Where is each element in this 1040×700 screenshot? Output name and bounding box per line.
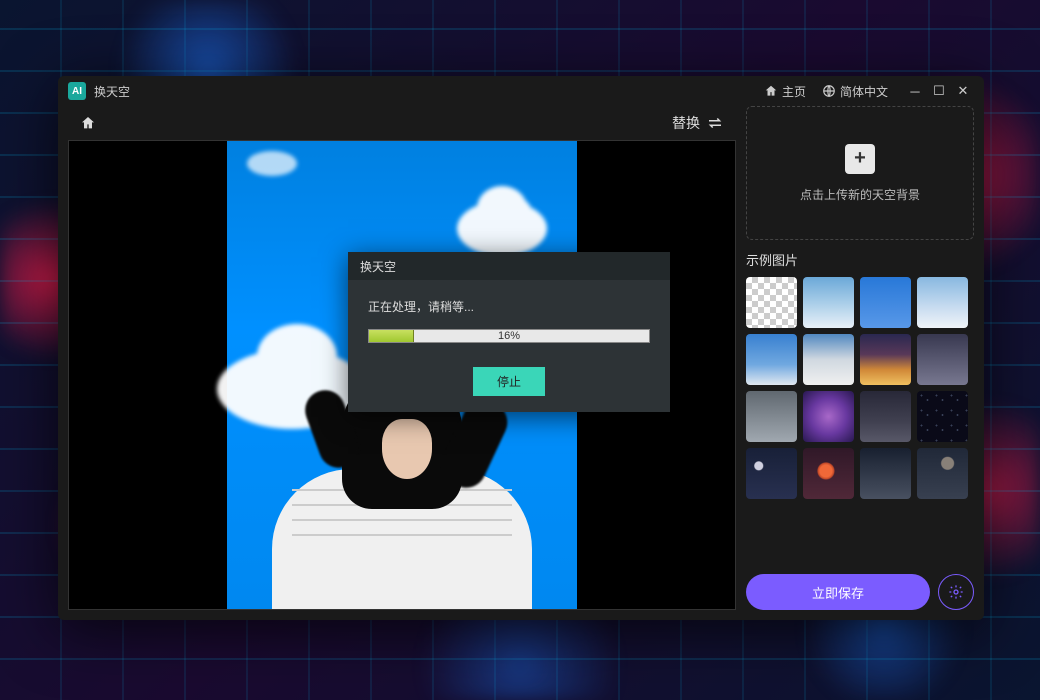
progress-bar: 16% — [368, 329, 650, 343]
replace-label: 替换 — [672, 113, 700, 133]
stop-button[interactable]: 停止 — [473, 367, 545, 396]
close-button[interactable]: ✕ — [952, 80, 974, 102]
dialog-message: 正在处理，请稍等... — [368, 298, 474, 315]
upload-text: 点击上传新的天空背景 — [800, 186, 920, 203]
titlebar: AI 换天空 主页 简体中文 ─ ☐ ✕ — [58, 76, 984, 106]
save-button[interactable]: 立即保存 — [746, 574, 930, 610]
globe-icon — [822, 84, 836, 98]
save-row: 立即保存 — [746, 574, 974, 610]
sample-thumb-blue-sky-1[interactable] — [860, 277, 911, 328]
sample-thumb-clouds-day-2[interactable] — [917, 277, 968, 328]
home-icon — [764, 84, 778, 98]
sample-thumb-sunset-1[interactable] — [860, 334, 911, 385]
sample-thumb-clouds-day-3[interactable] — [803, 334, 854, 385]
sample-thumb-dark-clouds[interactable] — [860, 391, 911, 442]
sample-thumb-storm-1[interactable] — [917, 334, 968, 385]
sample-thumb-night-clouds-1[interactable] — [860, 448, 911, 499]
progress-dialog: 换天空 正在处理，请稍等... 16% 停止 — [348, 252, 670, 412]
language-label: 简体中文 — [840, 83, 888, 100]
maximize-button[interactable]: ☐ — [928, 80, 950, 102]
samples-scroll[interactable] — [746, 277, 974, 556]
sample-thumb-purple-nebula[interactable] — [803, 391, 854, 442]
sample-thumb-transparent-checker[interactable] — [746, 277, 797, 328]
sample-thumb-moon-night[interactable] — [746, 448, 797, 499]
upload-box[interactable]: + 点击上传新的天空背景 — [746, 106, 974, 240]
minimize-button[interactable]: ─ — [904, 80, 926, 102]
sample-thumb-eclipse[interactable] — [803, 448, 854, 499]
window-controls: ─ ☐ ✕ — [904, 80, 974, 102]
language-button[interactable]: 简体中文 — [814, 83, 896, 100]
progress-wrap: 16% — [368, 329, 650, 343]
sidebar: + 点击上传新的天空背景 示例图片 立即保存 — [746, 106, 974, 610]
samples-section: 示例图片 — [746, 250, 974, 556]
sample-thumb-stars-1[interactable] — [917, 391, 968, 442]
replace-button[interactable]: 替换 — [672, 113, 724, 133]
plus-icon: + — [845, 144, 875, 174]
samples-label: 示例图片 — [746, 250, 974, 269]
home-label: 主页 — [782, 83, 806, 100]
settings-button[interactable] — [938, 574, 974, 610]
gear-icon — [948, 584, 964, 600]
canvas-toolbar: 替换 — [68, 106, 736, 140]
dialog-title: 换天空 — [348, 252, 670, 280]
sample-thumb-gray-clouds-1[interactable] — [746, 391, 797, 442]
sample-thumb-blue-clouds-2[interactable] — [746, 334, 797, 385]
progress-text: 16% — [498, 330, 520, 342]
sample-thumb-night-clouds-2[interactable] — [917, 448, 968, 499]
progress-fill — [369, 330, 414, 342]
samples-grid — [746, 277, 968, 499]
app-icon: AI — [68, 82, 86, 100]
home-button[interactable]: 主页 — [756, 83, 814, 100]
window-title: 换天空 — [94, 83, 130, 100]
swap-icon — [706, 114, 724, 132]
sample-thumb-clouds-day-1[interactable] — [803, 277, 854, 328]
canvas-home-icon[interactable] — [80, 115, 96, 131]
dialog-body: 正在处理，请稍等... 16% 停止 — [348, 280, 670, 412]
